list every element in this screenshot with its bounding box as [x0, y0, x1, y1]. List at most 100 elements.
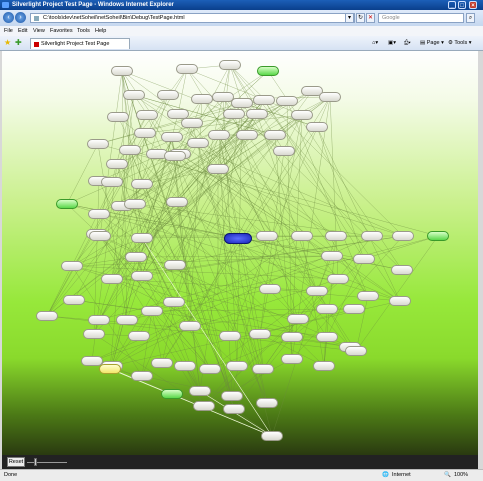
- tools-menu[interactable]: ⚙ Tools ▾: [448, 39, 472, 48]
- address-input[interactable]: C:\tools\dev\netSoheil\netSoheil\Bin\Deb…: [30, 13, 355, 23]
- graph-node[interactable]: [161, 132, 183, 142]
- graph-node[interactable]: [191, 94, 213, 104]
- graph-node[interactable]: [63, 295, 85, 305]
- graph-node[interactable]: [189, 386, 211, 396]
- graph-node[interactable]: [111, 66, 133, 76]
- graph-node[interactable]: [391, 265, 413, 275]
- graph-node[interactable]: [181, 118, 203, 128]
- print-icon[interactable]: ⎙▾: [404, 39, 411, 48]
- menu-help[interactable]: Help: [95, 26, 106, 36]
- close-button[interactable]: ×: [469, 1, 477, 9]
- menu-view[interactable]: View: [33, 26, 45, 36]
- graph-node[interactable]: [427, 231, 449, 241]
- graph-node[interactable]: [88, 209, 110, 219]
- graph-node[interactable]: [343, 304, 365, 314]
- zoom-icon[interactable]: 🔍: [444, 470, 451, 481]
- graph-node[interactable]: [246, 109, 268, 119]
- graph-node[interactable]: [316, 304, 338, 314]
- maximize-button[interactable]: □: [458, 1, 466, 9]
- graph-node[interactable]: [123, 90, 145, 100]
- refresh-icon[interactable]: ↻: [356, 13, 365, 23]
- graph-node[interactable]: [174, 361, 196, 371]
- graph-node[interactable]: [61, 261, 83, 271]
- graph-node[interactable]: [87, 139, 109, 149]
- graph-node[interactable]: [259, 284, 281, 294]
- graph-node[interactable]: [219, 60, 241, 70]
- graph-node[interactable]: [131, 371, 153, 381]
- graph-node[interactable]: [256, 231, 278, 241]
- graph-node[interactable]: [231, 98, 253, 108]
- graph-node[interactable]: [161, 389, 183, 399]
- graph-node[interactable]: [128, 331, 150, 341]
- graph-node[interactable]: [325, 231, 347, 241]
- graph-node[interactable]: [357, 291, 379, 301]
- reset-button[interactable]: Reset: [7, 457, 25, 467]
- graph-node[interactable]: [116, 315, 138, 325]
- graph-node[interactable]: [281, 332, 303, 342]
- graph-node[interactable]: [131, 271, 153, 281]
- graph-node[interactable]: [236, 130, 258, 140]
- graph-node[interactable]: [306, 286, 328, 296]
- favorites-star-icon[interactable]: ★: [4, 38, 11, 47]
- graph-node[interactable]: [389, 296, 411, 306]
- graph-node[interactable]: [291, 110, 313, 120]
- graph-node[interactable]: [353, 254, 375, 264]
- graph-node[interactable]: [56, 199, 78, 209]
- status-zoom[interactable]: 100%: [454, 470, 468, 481]
- graph-node[interactable]: [261, 431, 283, 441]
- graph-node[interactable]: [207, 164, 229, 174]
- graph-node[interactable]: [99, 364, 121, 374]
- zoom-slider-thumb[interactable]: [34, 458, 37, 466]
- graph-node[interactable]: [166, 197, 188, 207]
- graph-node[interactable]: [219, 331, 241, 341]
- graph-node[interactable]: [124, 199, 146, 209]
- graph-node[interactable]: [327, 274, 349, 284]
- graph-node[interactable]: [107, 112, 129, 122]
- graph-node[interactable]: [106, 159, 128, 169]
- menu-favorites[interactable]: Favorites: [50, 26, 73, 36]
- graph-node[interactable]: [199, 364, 221, 374]
- graph-node[interactable]: [125, 252, 147, 262]
- graph-node[interactable]: [163, 297, 185, 307]
- graph-node[interactable]: [221, 391, 243, 401]
- graph-node[interactable]: [141, 306, 163, 316]
- graph-node[interactable]: [253, 95, 275, 105]
- graph-node[interactable]: [36, 311, 58, 321]
- search-icon[interactable]: ⌕: [466, 13, 475, 23]
- forward-icon[interactable]: ›: [15, 12, 26, 23]
- page-menu[interactable]: ▤ Page ▾: [420, 39, 444, 48]
- graph-node[interactable]: [101, 274, 123, 284]
- tab-test-page[interactable]: Silverlight Project Test Page: [30, 38, 130, 49]
- graph-node[interactable]: [273, 146, 295, 156]
- graph-node[interactable]: [321, 251, 343, 261]
- add-favorites-icon[interactable]: ✚: [15, 38, 22, 47]
- graph-node[interactable]: [276, 96, 298, 106]
- graph-node[interactable]: [131, 179, 153, 189]
- minimize-button[interactable]: _: [448, 1, 456, 9]
- graph-node[interactable]: [316, 332, 338, 342]
- selected-node[interactable]: [224, 233, 252, 244]
- graph-node[interactable]: [306, 122, 328, 132]
- graph-node[interactable]: [281, 354, 303, 364]
- graph-node[interactable]: [151, 358, 173, 368]
- feeds-icon[interactable]: ▣▾: [388, 39, 396, 48]
- graph-node[interactable]: [136, 110, 158, 120]
- graph-node[interactable]: [157, 90, 179, 100]
- graph-node[interactable]: [223, 109, 245, 119]
- graph-node[interactable]: [345, 346, 367, 356]
- search-input[interactable]: Google: [378, 13, 464, 23]
- graph-node[interactable]: [319, 92, 341, 102]
- graph-node[interactable]: [208, 130, 230, 140]
- graph-node[interactable]: [226, 361, 248, 371]
- graph-node[interactable]: [291, 231, 313, 241]
- graph-node[interactable]: [187, 138, 209, 148]
- graph-node[interactable]: [167, 109, 189, 119]
- graph-node[interactable]: [119, 145, 141, 155]
- graph-node[interactable]: [131, 233, 153, 243]
- graph-node[interactable]: [361, 231, 383, 241]
- graph-node[interactable]: [264, 130, 286, 140]
- graph-canvas[interactable]: [2, 51, 478, 455]
- zoom-slider-track[interactable]: [27, 462, 67, 463]
- graph-node[interactable]: [179, 321, 201, 331]
- menu-edit[interactable]: Edit: [18, 26, 27, 36]
